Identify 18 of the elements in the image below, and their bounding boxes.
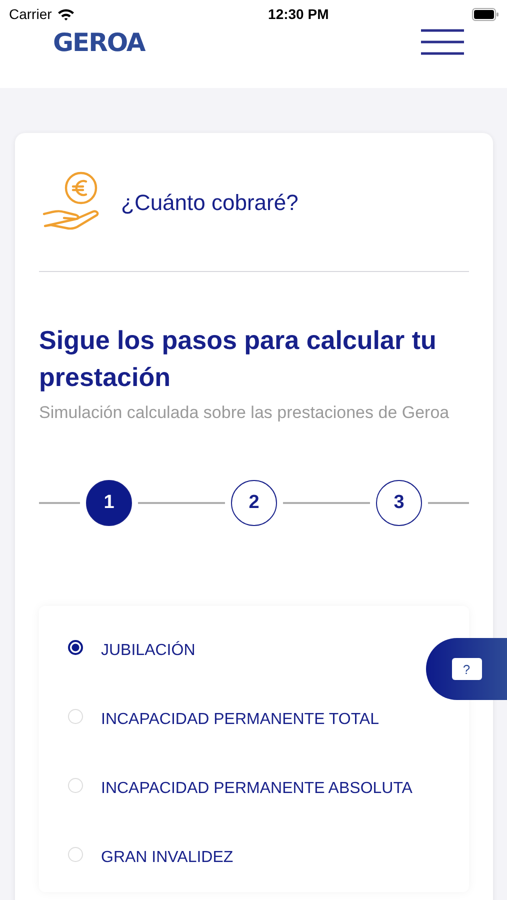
subtitle: Simulación calculada sobre las prestaciones de Geroa: [39, 402, 450, 424]
option-label[interactable]: INCAPACIDAD PERMANENTE TOTAL: [101, 710, 379, 728]
menu-icon[interactable]: [421, 29, 464, 55]
card-title: ¿Cuánto cobraré?: [121, 190, 298, 216]
heading: Sigue los pasos para calcular tu prestación: [39, 324, 438, 394]
step-circle: 2: [231, 480, 277, 526]
option-label[interactable]: GRAN INVALIDEZ: [101, 848, 234, 866]
step-circle: 1: [86, 480, 132, 526]
option-label[interactable]: JUBILACIÓN: [101, 642, 196, 660]
option-label[interactable]: INCAPACIDAD PERMANENTE ABSOLUTA: [101, 780, 412, 798]
wifi-icon: [56, 8, 75, 20]
carrier-label: Carrier: [9, 6, 52, 22]
step-circle: 3: [376, 480, 422, 526]
help-button[interactable]: ?: [426, 638, 507, 700]
battery-icon: [472, 8, 499, 20]
clock: 12:30 PM: [268, 6, 329, 22]
logo[interactable]: GEROA: [53, 28, 145, 57]
radio-button[interactable]: [68, 640, 83, 655]
